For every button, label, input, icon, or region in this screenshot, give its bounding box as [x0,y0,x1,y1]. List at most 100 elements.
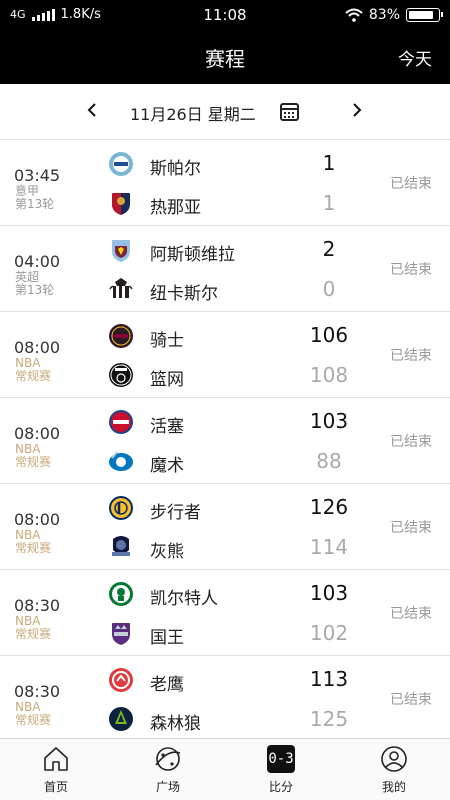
match-round: 第13轮 [15,283,55,297]
today-button[interactable]: 今天 [398,45,432,70]
match-time: 08:00 [14,510,61,529]
grizzlies-logo-icon [112,536,130,556]
home-score: 126 [309,495,349,519]
nets-logo-icon [109,363,133,387]
timberwolves-logo-icon [109,707,133,731]
home-team-name: 活塞 [150,417,184,437]
away-team-name: 篮网 [150,370,184,390]
status-right: 83% [345,7,443,23]
chevron-right-icon [353,103,362,117]
match-round: 常规赛 [15,713,52,727]
home-score: 103 [309,581,349,605]
genoa-logo-icon [112,193,130,215]
next-day-button[interactable] [345,98,369,126]
match-time: 08:30 [14,596,61,615]
away-score: 88 [316,449,342,473]
home-score: 113 [309,667,349,691]
date-label: 11月26日 星期二 [130,105,256,124]
celtics-logo-icon [109,582,133,606]
home-team-name: 步行者 [150,503,201,523]
date-bar: 11月26日 星期二 [0,84,450,140]
nav-mine-label: 我的 [381,780,406,794]
match-round: 常规赛 [15,627,52,641]
newcastle-logo-icon [109,278,133,298]
away-team-name: 纽卡斯尔 [150,284,218,304]
match-status: 已结束 [390,348,432,364]
match-status: 已结束 [390,520,432,536]
nav-score-label: 比分 [268,780,293,794]
home-team-name: 老鹰 [150,675,184,695]
spal-logo-icon [109,152,133,176]
match-row[interactable]: 08:00 NBA 常规赛 骑士 106 篮网 108 已结束 [0,312,450,398]
away-team-name: 国王 [150,628,184,648]
away-score: 108 [309,363,349,387]
magic-logo-icon [109,451,133,471]
match-row[interactable]: 08:00 NBA 常规赛 步行者 126 灰熊 114 已结束 [0,484,450,570]
away-score: 1 [322,191,336,215]
battery-icon [406,8,443,22]
user-icon [381,746,407,772]
nav-score[interactable]: 0-3 比分 [225,739,337,800]
planet-icon [155,747,181,771]
home-score: 106 [309,323,349,347]
away-team-name: 热那亚 [150,198,201,218]
battery-percent: 83% [368,7,400,23]
home-score: 103 [309,409,349,433]
home-team-name: 阿斯顿维拉 [150,245,235,265]
scoreboard-icon-text: 0-3 [268,751,294,767]
nav-home[interactable]: 首页 [0,739,112,800]
home-team-name: 斯帕尔 [150,159,201,179]
home-team-name: 骑士 [150,331,184,351]
match-time: 04:00 [14,252,61,271]
match-row[interactable]: 08:00 NBA 常规赛 活塞 103 魔术 88 已结束 [0,398,450,484]
cavaliers-logo-icon [109,324,133,348]
match-row[interactable]: 03:45 意甲 第13轮 斯帕尔 1 热那亚 1 已结束 [0,140,450,226]
home-team-name: 凯尔特人 [150,589,218,609]
hawks-logo-icon [109,668,133,692]
match-status: 已结束 [390,692,432,708]
match-row[interactable]: 04:00 英超 第13轮 阿斯顿维拉 2 纽卡斯尔 0 已结束 [0,226,450,312]
pacers-logo-icon [109,496,133,520]
match-status: 已结束 [390,434,432,450]
away-score: 0 [322,277,336,301]
scoreboard-icon: 0-3 [267,745,295,773]
chevron-left-icon [87,103,96,117]
status-bar: 4G 1.8K/s 11:08 83% [0,0,450,30]
nav-plaza[interactable]: 广场 [112,739,224,800]
match-status: 已结束 [390,176,432,192]
wifi-icon [345,8,363,22]
home-icon [44,747,68,771]
match-row[interactable]: 08:30 NBA 常规赛 凯尔特人 103 国王 102 已结束 [0,570,450,656]
away-score: 102 [309,621,349,645]
match-round: 常规赛 [15,541,52,555]
nav-plaza-label: 广场 [155,780,180,794]
pistons-logo-icon [109,410,133,434]
calendar-icon[interactable] [280,103,299,121]
match-status: 已结束 [390,606,432,622]
kings-logo-icon [112,623,130,645]
match-time: 08:00 [14,424,61,443]
away-score: 114 [309,535,349,559]
match-round: 常规赛 [15,455,52,469]
match-status: 已结束 [390,262,432,278]
match-round: 常规赛 [15,369,52,383]
away-team-name: 魔术 [150,456,184,476]
home-score: 2 [322,237,336,261]
home-score: 1 [322,151,336,175]
away-team-name: 灰熊 [150,542,184,562]
away-score: 125 [309,707,349,731]
app-screen: 4G 1.8K/s 11:08 83% 赛程 今天 11月26日 星期二 03:… [0,0,450,800]
bottom-nav: 首页 广场 0-3 比分 我的 [0,738,450,800]
nav-home-label: 首页 [43,780,68,794]
nav-mine[interactable]: 我的 [338,739,450,800]
match-round: 第13轮 [15,197,55,211]
match-time: 08:30 [14,682,61,701]
match-time: 03:45 [14,166,61,185]
match-time: 08:00 [14,338,61,357]
match-row[interactable]: 08:30 NBA 常规赛 老鹰 113 森林狼 125 已结束 [0,656,450,742]
prev-day-button[interactable] [80,98,104,126]
header: 赛程 今天 [0,30,450,84]
page-title: 赛程 [205,47,245,71]
away-team-name: 森林狼 [150,714,201,734]
aston-villa-logo-icon [112,240,130,262]
